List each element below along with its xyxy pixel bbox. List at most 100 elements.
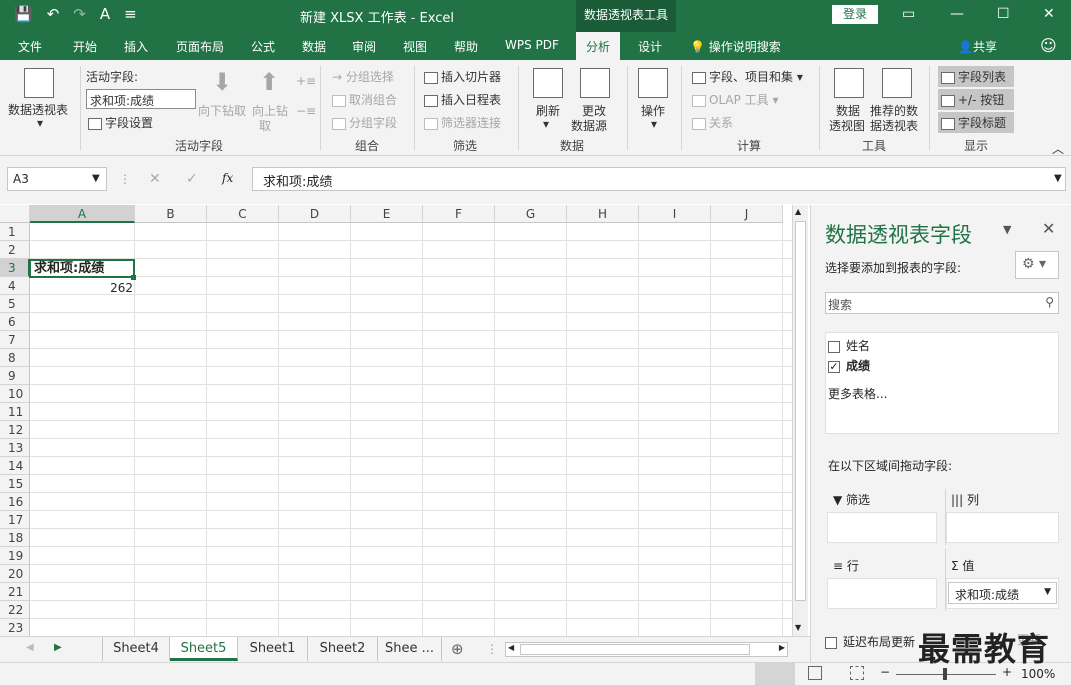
cell-a3-selected[interactable]: 求和项:成绩 (29, 259, 135, 278)
collapse-ribbon-icon[interactable]: ︿ (1052, 140, 1064, 157)
row-header[interactable]: 1 (0, 223, 30, 241)
tab-analyze[interactable]: 分析 (576, 32, 621, 60)
scroll-down-icon[interactable]: ▼ (795, 623, 801, 632)
undo-icon[interactable]: ↶ (47, 5, 60, 23)
row-header[interactable]: 14 (0, 457, 30, 475)
field-search-input[interactable]: 搜索 ⚲ (825, 292, 1059, 314)
smiley-feedback-icon[interactable]: ☺ (1040, 36, 1057, 55)
tab-review[interactable]: 审阅 (352, 38, 376, 55)
page-layout-view-icon[interactable] (808, 666, 822, 680)
checkbox-score-checked[interactable]: ✓ (828, 360, 840, 373)
chevron-down-icon[interactable]: ▾ (651, 117, 657, 131)
sheet-tab-sheet1[interactable]: Sheet1 (238, 637, 308, 661)
vertical-scrollbar[interactable]: ▲ ▼ (792, 205, 808, 636)
row-header[interactable]: 13 (0, 439, 30, 457)
relationships-button[interactable]: 关系 (692, 114, 733, 131)
drill-down-button[interactable]: 向下钻取 (198, 102, 246, 119)
minimize-icon[interactable]: — (950, 6, 964, 22)
filter-connections-button[interactable]: 筛选器连接 (424, 114, 501, 131)
row-header[interactable]: 3 (0, 259, 30, 277)
touch-mode-icon[interactable]: A (100, 5, 110, 23)
sheet-tab-sheet2[interactable]: Sheet2 (308, 637, 378, 661)
horizontal-scroll-thumb[interactable] (520, 644, 750, 655)
close-window-icon[interactable]: ✕ (1043, 6, 1055, 22)
chevron-down-icon[interactable]: ▾ (37, 116, 43, 130)
row-header[interactable]: 21 (0, 583, 30, 601)
area-filter-box[interactable] (827, 512, 937, 543)
prev-sheet-icon[interactable]: ◀ (26, 642, 34, 653)
row-header[interactable]: 12 (0, 421, 30, 439)
save-icon[interactable]: 💾 (14, 5, 33, 23)
change-data-source-icon[interactable] (580, 68, 610, 98)
defer-update-option[interactable]: 延迟布局更新 (825, 633, 915, 650)
column-header[interactable]: G (495, 205, 567, 223)
row-header[interactable]: 6 (0, 313, 30, 331)
column-header[interactable]: H (567, 205, 639, 223)
row-header[interactable]: 17 (0, 511, 30, 529)
row-header[interactable]: 4 (0, 277, 30, 295)
column-header[interactable]: A (30, 205, 135, 223)
olap-tools-button[interactable]: OLAP 工具 ▾ (692, 91, 779, 108)
tab-page-layout[interactable]: 页面布局 (176, 38, 224, 55)
normal-view-icon[interactable] (755, 663, 795, 685)
field-headers-toggle[interactable]: 字段标题 (938, 112, 1014, 133)
row-header[interactable]: 22 (0, 601, 30, 619)
plus-minus-buttons-toggle[interactable]: +/- 按钮 (938, 89, 1014, 110)
defer-update-checkbox[interactable] (825, 636, 837, 649)
column-header[interactable]: D (279, 205, 351, 223)
enter-icon[interactable]: ✓ (186, 171, 198, 187)
row-header[interactable]: 2 (0, 241, 30, 259)
chevron-down-icon[interactable]: ▼ (1003, 223, 1011, 236)
spreadsheet-grid[interactable]: ABCDEFGHIJ 1 2 3 4 5 6 7 8 9 10 11 12 13 14 15 16 17 18 19… (0, 205, 792, 636)
row-header[interactable]: 23 (0, 619, 30, 636)
pivot-table-icon[interactable] (24, 68, 54, 98)
actions-icon[interactable] (638, 68, 668, 98)
row-header[interactable]: 10 (0, 385, 30, 403)
cell-a4[interactable]: 262 (30, 279, 133, 297)
column-header[interactable]: C (207, 205, 279, 223)
expand-formula-icon[interactable]: ▼ (1054, 173, 1062, 184)
tab-formulas[interactable]: 公式 (251, 38, 275, 55)
insert-slicer-button[interactable]: 插入切片器 (424, 68, 501, 85)
column-header[interactable]: I (639, 205, 711, 223)
field-item-name[interactable]: 姓名 (828, 337, 870, 354)
group-field-button[interactable]: 分组字段 (332, 114, 397, 131)
insert-function-button[interactable]: fx (222, 171, 233, 185)
close-pane-icon[interactable]: ✕ (1042, 219, 1055, 238)
area-values-box[interactable]: 求和项:成绩 ▼ (946, 578, 1059, 609)
sheet-tab-more[interactable]: Shee ... (378, 637, 442, 661)
row-header[interactable]: 5 (0, 295, 30, 313)
customize-qat-icon[interactable]: ≡ (124, 5, 137, 23)
row-header[interactable]: 11 (0, 403, 30, 421)
scroll-right-icon[interactable]: ▶ (779, 643, 785, 652)
scroll-thumb[interactable] (795, 221, 806, 601)
more-tables-link[interactable]: 更多表格... (828, 385, 887, 402)
refresh-icon[interactable] (533, 68, 563, 98)
sheet-tab-sheet4[interactable]: Sheet4 (102, 637, 170, 661)
chevron-down-icon[interactable]: ▼ (1044, 587, 1051, 597)
tab-file[interactable]: 文件 (18, 38, 42, 55)
row-header[interactable]: 20 (0, 565, 30, 583)
select-all-corner[interactable] (0, 205, 30, 223)
cancel-icon[interactable]: ✕ (149, 171, 161, 187)
gear-icon[interactable]: ⚙ ▾ (1015, 251, 1059, 279)
tab-home[interactable]: 开始 (73, 38, 97, 55)
row-header[interactable]: 15 (0, 475, 30, 493)
active-field-input[interactable]: 求和项:成绩 (86, 89, 196, 109)
tell-me-search[interactable]: 💡 操作说明搜索 (690, 38, 781, 55)
redo-icon[interactable]: ↷ (73, 5, 86, 23)
collapse-field-icon[interactable]: −≡ (296, 104, 316, 118)
area-columns-box[interactable] (946, 512, 1059, 543)
tab-wps-pdf[interactable]: WPS PDF (505, 38, 559, 52)
recommended-pivot-icon[interactable] (882, 68, 912, 98)
login-button[interactable]: 登录 (832, 5, 878, 24)
maximize-icon[interactable]: ☐ (997, 6, 1010, 22)
chevron-down-icon[interactable]: ▼ (92, 173, 100, 184)
values-item-sum-score[interactable]: 求和项:成绩 ▼ (948, 582, 1057, 604)
row-header[interactable]: 16 (0, 493, 30, 511)
tab-insert[interactable]: 插入 (124, 38, 148, 55)
ungroup-button[interactable]: 取消组合 (332, 91, 397, 108)
formula-input[interactable]: 求和项:成绩 (252, 167, 1066, 191)
column-header[interactable]: B (135, 205, 207, 223)
zoom-out-icon[interactable]: − (880, 665, 890, 679)
